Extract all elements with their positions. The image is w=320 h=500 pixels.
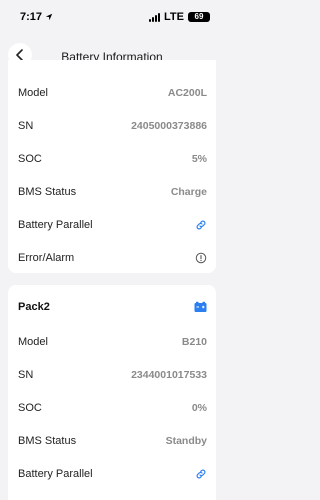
battery-pack-icon — [194, 301, 207, 313]
link-icon[interactable] — [195, 219, 207, 231]
signal-icon — [149, 12, 161, 22]
location-arrow-icon — [45, 13, 53, 21]
link-icon[interactable] — [195, 468, 207, 480]
status-right: LTE 69 — [149, 11, 210, 23]
pack2-title: Pack2 — [18, 301, 50, 313]
row-error-alarm[interactable]: Error/Alarm — [8, 241, 216, 273]
row-model: Model B210 — [8, 325, 216, 358]
alert-circle-icon[interactable] — [195, 252, 207, 264]
battery-level-icon: 69 — [188, 12, 210, 22]
row-value: AC200L — [167, 86, 207, 99]
network-label: LTE — [164, 11, 184, 23]
row-value: 2405000373886 — [131, 119, 207, 132]
row-label: SOC — [18, 152, 42, 165]
pack2-header: Pack2 — [8, 285, 216, 325]
pack2-card: Pack2 Model B210 SN 2344001017533 SOC 0%… — [8, 285, 216, 500]
row-bms-status: BMS Status Charge — [8, 175, 216, 208]
main-battery-card: Model AC200L SN 2405000373886 SOC 5% BMS… — [8, 60, 216, 273]
row-sn: SN 2405000373886 — [8, 109, 216, 142]
row-label: Battery Parallel — [18, 467, 93, 480]
row-value: Charge — [170, 185, 207, 198]
row-label: Model — [18, 86, 48, 99]
row-value: 5% — [191, 152, 207, 165]
row-value: 0% — [191, 401, 207, 414]
row-label: SN — [18, 119, 34, 132]
row-model: Model AC200L — [8, 76, 216, 109]
row-label: SN — [18, 368, 34, 381]
status-left: 7:17 — [20, 11, 53, 23]
row-label: Model — [18, 335, 48, 348]
row-bms-status: BMS Status Standby — [8, 424, 216, 457]
row-value: Standby — [165, 434, 207, 447]
row-label: Error/Alarm — [18, 251, 75, 264]
row-label: SOC — [18, 401, 42, 414]
status-time: 7:17 — [20, 11, 43, 23]
row-battery-parallel[interactable]: Battery Parallel — [8, 208, 216, 241]
row-soc: SOC 5% — [8, 142, 216, 175]
status-bar: 7:17 LTE 69 — [0, 0, 224, 34]
row-soc: SOC 0% — [8, 391, 216, 424]
row-value: 2344001017533 — [131, 368, 207, 381]
row-battery-parallel[interactable]: Battery Parallel — [8, 457, 216, 490]
row-value: B210 — [181, 335, 207, 348]
row-label: BMS Status — [18, 434, 77, 447]
row-sn: SN 2344001017533 — [8, 358, 216, 391]
row-label: BMS Status — [18, 185, 77, 198]
row-label: Battery Parallel — [18, 218, 93, 231]
